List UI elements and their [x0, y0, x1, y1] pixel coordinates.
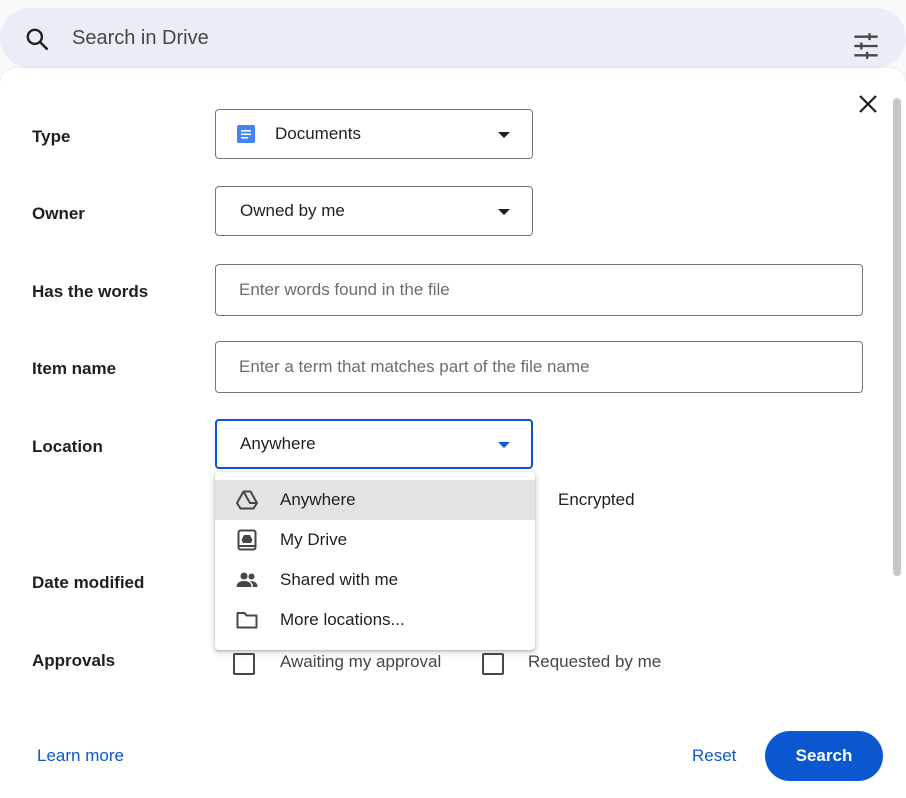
caret-down-icon [498, 442, 510, 448]
location-dropdown-menu: Anywhere My Drive Shared with me More lo… [215, 472, 535, 650]
learn-more-link[interactable]: Learn more [37, 746, 124, 766]
awaiting-approval-checkbox[interactable] [233, 653, 255, 675]
location-label: Location [32, 437, 103, 456]
location-option-label: My Drive [280, 530, 348, 549]
item-name-label: Item name [32, 359, 117, 378]
location-option-label: Anywhere [280, 490, 356, 509]
location-option-label: More locations... [280, 610, 405, 629]
folder-icon [236, 612, 258, 629]
my-drive-icon [237, 529, 257, 551]
search-options-icon[interactable] [852, 32, 880, 60]
encrypted-option-label[interactable]: Encrypted [558, 490, 635, 510]
owner-value: Owned by me [240, 201, 345, 220]
type-label: Type [32, 127, 71, 146]
reset-button[interactable]: Reset [692, 746, 736, 766]
drive-search-bar[interactable]: Search in Drive [0, 8, 906, 68]
scrollbar-thumb[interactable] [893, 98, 901, 576]
location-select[interactable]: Anywhere [215, 419, 533, 469]
drive-icon [236, 490, 258, 510]
has-words-label: Has the words [32, 282, 149, 301]
search-icon[interactable] [24, 26, 50, 52]
location-option-my-drive[interactable]: My Drive [215, 520, 535, 560]
close-icon[interactable] [856, 92, 880, 116]
approvals-label: Approvals [32, 651, 116, 670]
type-select[interactable]: Documents [215, 109, 533, 159]
requested-by-me-checkbox[interactable] [482, 653, 504, 675]
location-value: Anywhere [240, 434, 316, 453]
item-name-input[interactable] [215, 341, 863, 393]
date-modified-label: Date modified [32, 573, 145, 592]
location-option-label: Shared with me [280, 570, 399, 589]
search-placeholder[interactable]: Search in Drive [72, 27, 209, 50]
awaiting-approval-label[interactable]: Awaiting my approval [280, 652, 441, 672]
requested-by-me-label[interactable]: Requested by me [528, 652, 661, 672]
caret-down-icon [498, 132, 510, 138]
document-icon [237, 125, 255, 143]
search-button[interactable]: Search [765, 731, 883, 781]
caret-down-icon [498, 209, 510, 215]
owner-select[interactable]: Owned by me [215, 186, 533, 236]
has-words-input[interactable] [215, 264, 863, 316]
type-value: Documents [275, 124, 361, 143]
location-option-anywhere[interactable]: Anywhere [215, 480, 535, 520]
owner-label: Owner [32, 204, 85, 223]
location-option-shared[interactable]: Shared with me [215, 560, 535, 600]
location-option-more[interactable]: More locations... [215, 600, 535, 640]
people-icon [236, 572, 258, 587]
